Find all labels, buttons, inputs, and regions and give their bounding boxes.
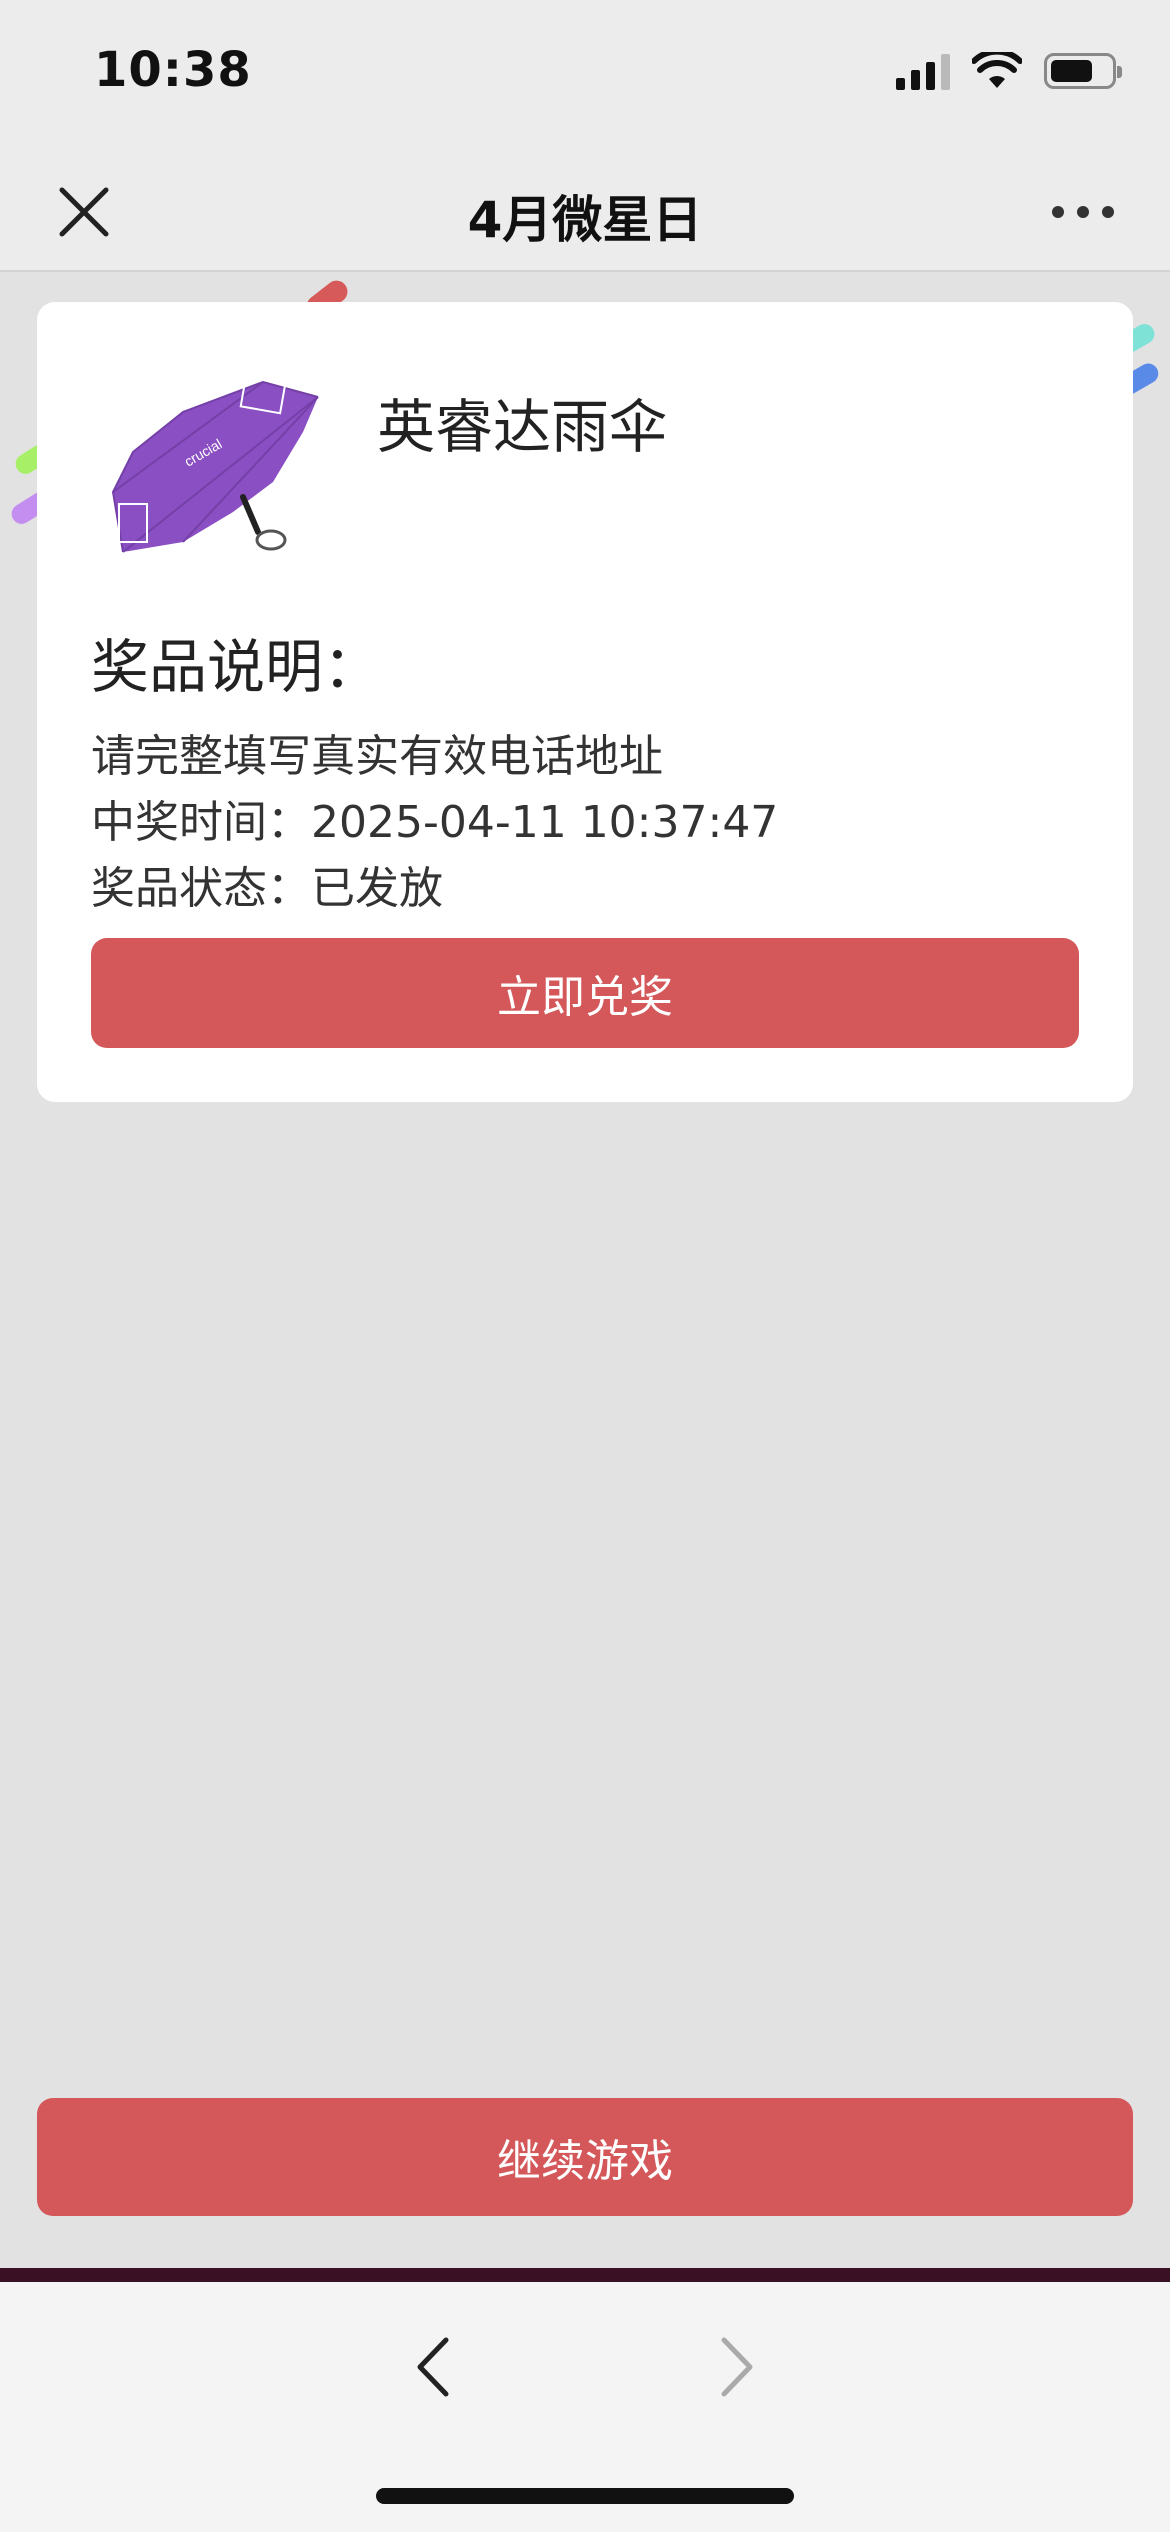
divider-strip (0, 2268, 1170, 2282)
chevron-right-icon[interactable] (712, 2332, 762, 2402)
redeem-button[interactable]: 立即兑奖 (91, 938, 1079, 1048)
chevron-left-icon[interactable] (408, 2332, 458, 2402)
continue-game-button[interactable]: 继续游戏 (37, 2098, 1133, 2216)
cellular-signal-icon (896, 52, 950, 90)
prize-description: 请完整填写真实有效电话地址 (91, 731, 663, 782)
page-title: 4月微星日 (467, 191, 703, 249)
status-time: 10:38 (94, 42, 252, 98)
prize-card: crucial 英睿达雨伞 奖品说明： 请完整填写真实有效电话地址 中奖时间：2… (37, 302, 1133, 1102)
prize-status: 奖品状态：已发放 (91, 863, 443, 914)
battery-icon (1044, 53, 1122, 89)
more-icon[interactable] (1048, 184, 1118, 240)
umbrella-image: crucial (111, 375, 319, 553)
wifi-icon (972, 52, 1022, 88)
browser-toolbar (0, 2282, 1170, 2532)
description-title: 奖品说明： (91, 633, 382, 701)
status-bar: 10:38 (0, 0, 1170, 150)
prize-name: 英睿达雨伞 (377, 393, 668, 461)
status-icons (896, 52, 1122, 90)
nav-bar: 4月微星日 (0, 150, 1170, 272)
home-indicator (376, 2488, 794, 2504)
win-time: 中奖时间：2025-04-11 10:37:47 (91, 797, 779, 848)
